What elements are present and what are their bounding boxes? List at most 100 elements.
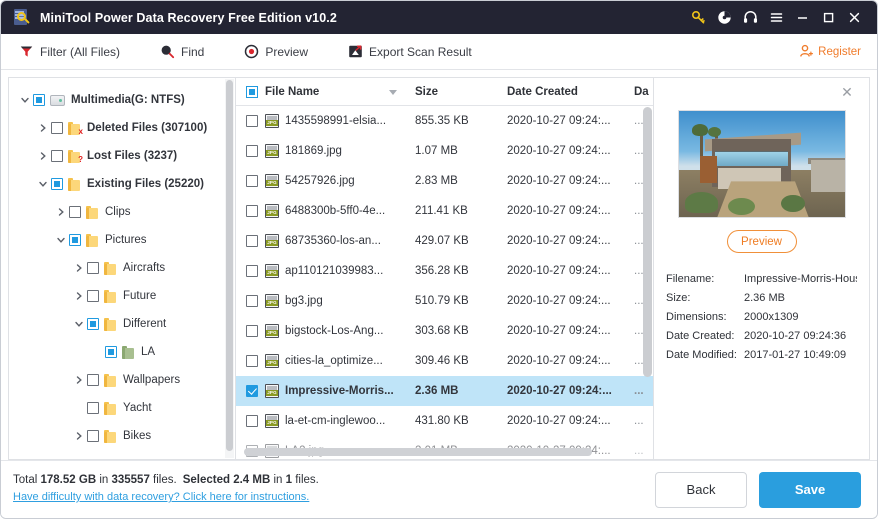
sidebar-scrollbar[interactable]	[225, 79, 234, 458]
chevron-right-icon[interactable]	[71, 428, 87, 444]
chevron-right-icon[interactable]	[35, 148, 51, 164]
table-row[interactable]: JPG 1435598991-elsia... 855.35 KB 2020-10-2…	[236, 106, 653, 136]
find-button[interactable]: Find	[160, 44, 204, 59]
column-header-date-modified[interactable]: Da	[634, 86, 653, 98]
status-text-group: Total 178.52 GB in 335557 files. Selected…	[13, 474, 655, 505]
row-checkbox[interactable]	[246, 415, 258, 427]
key-icon[interactable]	[685, 5, 711, 31]
row-checkbox[interactable]	[246, 295, 258, 307]
column-header-date-created[interactable]: Date Created	[507, 86, 634, 98]
table-row[interactable]: JPG cities-la_optimize... 309.46 KB 2020-10…	[236, 346, 653, 376]
table-row[interactable]: JPG ap110121039983... 356.28 KB 2020-10-27 …	[236, 256, 653, 286]
tree-node-label: Multimedia(G: NTFS)	[71, 94, 185, 106]
chevron-right-icon[interactable]	[71, 288, 87, 304]
help-instructions-link[interactable]: Have difficulty with data recovery? Clic…	[13, 491, 309, 503]
tree-node-checkbox[interactable]	[69, 206, 81, 218]
tree-node[interactable]: Pictures	[9, 226, 235, 254]
folder-icon	[104, 289, 117, 303]
tree-node[interactable]: Future	[9, 282, 235, 310]
column-header-size[interactable]: Size	[415, 86, 507, 98]
filter-button[interactable]: Filter (All Files)	[19, 44, 120, 59]
jpg-file-icon: JPG	[265, 294, 279, 308]
tree-node-checkbox[interactable]	[87, 402, 99, 414]
cell-date-created: 2020-10-27 09:24:...	[507, 385, 612, 397]
back-button[interactable]: Back	[655, 471, 747, 508]
save-button[interactable]: Save	[759, 471, 861, 508]
table-row[interactable]: JPG bg3.jpg 510.79 KB 2020-10-27 09:24:....…	[236, 286, 653, 316]
minimize-icon[interactable]	[789, 5, 815, 31]
preview-button[interactable]: Preview	[244, 44, 308, 59]
tree-node-checkbox[interactable]	[87, 430, 99, 442]
chevron-down-icon[interactable]	[17, 92, 33, 108]
row-checkbox[interactable]	[246, 385, 258, 397]
close-icon[interactable]	[841, 5, 867, 31]
tree-node-label: LA	[141, 346, 156, 358]
cell-size: 2.83 MB	[415, 175, 458, 187]
cell-size: 2.36 MB	[415, 385, 459, 397]
table-row[interactable]: JPG 6488300b-5ff0-4e... 211.41 KB 2020-10-2…	[236, 196, 653, 226]
cell-file-name: 54257926.jpg	[285, 175, 355, 187]
tree-node[interactable]: Bikes	[9, 422, 235, 450]
row-checkbox[interactable]	[246, 265, 258, 277]
table-row[interactable]: JPG 181869.jpg 1.07 MB 2020-10-27 09:24:...…	[236, 136, 653, 166]
tree-node[interactable]: ? Lost Files (3237)	[9, 142, 235, 170]
row-checkbox[interactable]	[246, 355, 258, 367]
headset-icon[interactable]	[737, 5, 763, 31]
row-checkbox[interactable]	[246, 205, 258, 217]
tree-node-checkbox[interactable]	[87, 374, 99, 386]
table-row[interactable]: JPG bigstock-Los-Ang... 303.68 KB 2020-10-2…	[236, 316, 653, 346]
preview-close-icon[interactable]: ✕	[839, 84, 855, 100]
chevron-down-icon[interactable]	[35, 176, 51, 192]
tree-node-checkbox[interactable]	[33, 94, 45, 106]
row-checkbox[interactable]	[246, 145, 258, 157]
register-button[interactable]: Register	[799, 44, 861, 59]
jpg-file-icon: JPG	[265, 384, 279, 398]
directory-tree-panel: Multimedia(G: NTFS) x Deleted Files (30710…	[8, 77, 236, 460]
cell-size: 510.79 KB	[415, 295, 469, 307]
chevron-right-icon[interactable]	[35, 120, 51, 136]
tree-node[interactable]: Wallpapers	[9, 366, 235, 394]
tree-node[interactable]: Aircrafts	[9, 254, 235, 282]
cell-size: 1.07 MB	[415, 145, 458, 157]
disc-icon[interactable]	[711, 5, 737, 31]
preview-open-button[interactable]: Preview	[726, 230, 797, 253]
table-row[interactable]: JPG la-et-cm-inglewoo... 431.80 KB 2020-10-…	[236, 406, 653, 436]
tree-node[interactable]: Yacht	[9, 394, 235, 422]
chevron-right-icon[interactable]	[71, 260, 87, 276]
tree-node-checkbox[interactable]	[87, 262, 99, 274]
chevron-right-icon[interactable]	[71, 372, 87, 388]
tree-node[interactable]: Clips	[9, 198, 235, 226]
folder-icon	[86, 205, 99, 219]
chevron-down-icon[interactable]	[71, 316, 87, 332]
table-row[interactable]: JPG 68735360-los-an... 429.07 KB 2020-10-27…	[236, 226, 653, 256]
tree-node-checkbox[interactable]	[51, 122, 63, 134]
row-checkbox[interactable]	[246, 235, 258, 247]
table-row[interactable]: JPG 54257926.jpg 2.83 MB 2020-10-27 09:24:.…	[236, 166, 653, 196]
tree-node[interactable]: LA	[9, 338, 235, 366]
maximize-icon[interactable]	[815, 5, 841, 31]
tree-node-checkbox[interactable]	[87, 290, 99, 302]
row-checkbox[interactable]	[246, 115, 258, 127]
tree-node[interactable]: x Deleted Files (307100)	[9, 114, 235, 142]
tree-node[interactable]: Existing Files (25220)	[9, 170, 235, 198]
preview-meta-key: Date Created:	[666, 329, 735, 342]
select-all-checkbox[interactable]	[246, 85, 258, 98]
file-list-horizontal-scrollbar[interactable]	[244, 448, 639, 456]
chevron-down-icon[interactable]	[53, 232, 69, 248]
tree-node-checkbox[interactable]	[87, 318, 99, 330]
tree-node[interactable]: Multimedia(G: NTFS)	[9, 86, 235, 114]
row-checkbox[interactable]	[246, 175, 258, 187]
row-checkbox[interactable]	[246, 325, 258, 337]
tree-node-checkbox[interactable]	[69, 234, 81, 246]
tree-node-checkbox[interactable]	[105, 346, 117, 358]
folder-icon	[104, 317, 117, 331]
export-scan-result-button[interactable]: Export Scan Result	[348, 44, 472, 59]
tree-node-checkbox[interactable]	[51, 150, 63, 162]
tree-node[interactable]: Different	[9, 310, 235, 338]
tree-node-checkbox[interactable]	[51, 178, 63, 190]
file-list-vertical-scrollbar[interactable]	[643, 107, 652, 377]
column-header-file-name[interactable]: File Name	[265, 86, 415, 98]
hamburger-menu-icon[interactable]	[763, 5, 789, 31]
table-row[interactable]: JPG Impressive-Morris... 2.36 MB 2020-10-27…	[236, 376, 653, 406]
chevron-right-icon[interactable]	[53, 204, 69, 220]
